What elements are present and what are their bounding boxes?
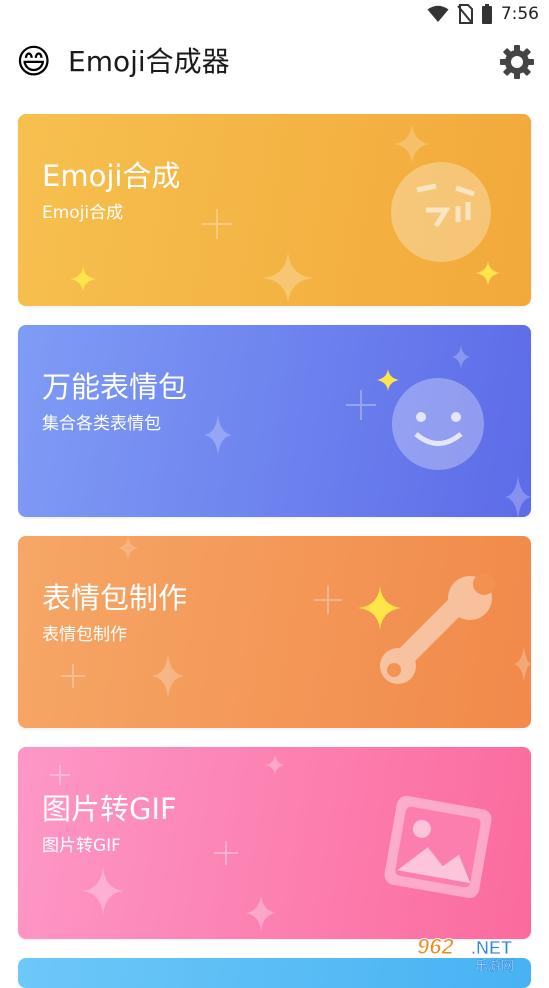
emoji-mix-face-icon (391, 162, 491, 262)
grinning-face-icon: 😄 (16, 42, 52, 82)
card-subtitle: 集合各类表情包 (42, 414, 161, 434)
watermark-logo: 962 .NET 乐游网 (417, 934, 515, 973)
app-bar: 😄 Emoji合成器 (0, 30, 549, 96)
card-title: 图片转GIF (42, 792, 177, 826)
status-time: 7:56 (500, 4, 539, 24)
card-image-to-gif[interactable]: 图片转GIF 图片转GIF (18, 747, 531, 939)
image-icon (384, 795, 492, 899)
card-subtitle: 图片转GIF (42, 836, 121, 856)
sparkle-icon (377, 369, 399, 391)
wrench-icon (380, 573, 495, 684)
card-title: 表情包制作 (42, 581, 188, 615)
wifi-icon (427, 5, 449, 22)
card-emoji-mix[interactable]: Emoji合成 Emoji合成 (18, 114, 531, 306)
battery-icon (481, 4, 492, 24)
status-bar: 7:56 (0, 0, 549, 30)
watermark-number: 962 (417, 934, 454, 959)
card-title: Emoji合成 (42, 159, 181, 193)
card-title: 万能表情包 (42, 370, 188, 404)
card-subtitle: 表情包制作 (42, 625, 127, 645)
gear-icon[interactable] (497, 42, 537, 82)
sparkle-icon (476, 261, 500, 286)
card-subtitle: Emoji合成 (42, 203, 124, 223)
no-sim-icon (457, 4, 473, 24)
sparkle-icon (70, 266, 96, 292)
sparkle-icon (358, 586, 402, 630)
watermark-suffix: .NET (471, 938, 512, 958)
card-sticker-library[interactable]: 万能表情包 集合各类表情包 (18, 325, 531, 517)
watermark-text: 乐游网 (475, 959, 514, 972)
smiley-face-icon (392, 378, 484, 470)
card-sticker-maker[interactable]: 表情包制作 表情包制作 (18, 536, 531, 728)
app-title: Emoji合成器 (68, 45, 230, 78)
status-icons: 7:56 (427, 4, 539, 24)
